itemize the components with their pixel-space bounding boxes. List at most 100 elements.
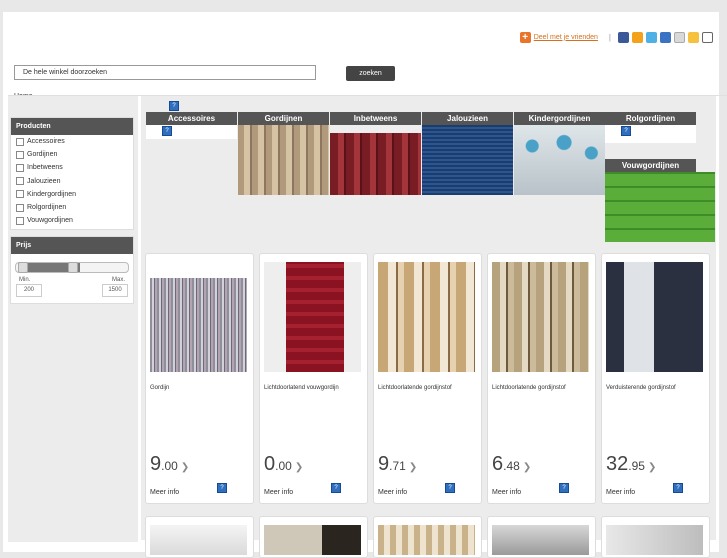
product-card[interactable]: Lichtdoorlatend vouwgordijn 0.00 ❯ ? Meer… xyxy=(259,253,368,504)
arrow-right-icon[interactable]: ❯ xyxy=(523,462,531,473)
help-icon[interactable]: ? xyxy=(217,483,227,493)
product-image[interactable] xyxy=(492,525,589,555)
search-button[interactable]: zoeken xyxy=(346,66,395,81)
category-image[interactable] xyxy=(238,125,329,195)
category-image[interactable] xyxy=(605,172,715,242)
more-info-link[interactable]: Meer info xyxy=(492,489,521,496)
filter-item-inbetweens[interactable]: Inbetweens xyxy=(11,161,133,174)
twitter-icon[interactable] xyxy=(646,31,657,43)
product-card[interactable] xyxy=(145,516,254,558)
filter-label: Jalouzieen xyxy=(27,177,61,185)
price-max-input[interactable]: 1500 xyxy=(102,284,128,297)
checkbox[interactable] xyxy=(16,163,24,172)
product-image[interactable] xyxy=(378,525,475,555)
category-title[interactable]: Gordijnen xyxy=(238,112,329,125)
product-card[interactable]: Lichtdoorlatende gordijnstof 6.48 ❯ ? Mee… xyxy=(487,253,596,504)
filter-item-accessoires[interactable]: Accessoires xyxy=(11,135,133,148)
category-title[interactable]: Jalouzieen xyxy=(422,112,513,125)
filter-item-rolgordijnen[interactable]: Rolgordijnen xyxy=(11,201,133,214)
filter-label: Vouwgordijnen xyxy=(27,217,73,225)
filter-label: Inbetweens xyxy=(27,164,63,172)
email-icon[interactable] xyxy=(674,31,685,43)
price-integer: 9 xyxy=(150,453,162,475)
product-name[interactable]: Lichtdoorlatend vouwgordijn xyxy=(264,383,360,393)
product-card[interactable] xyxy=(487,516,596,558)
checkbox[interactable] xyxy=(16,150,24,159)
help-icon[interactable]: ? xyxy=(445,483,455,493)
product-name[interactable]: Gordijn xyxy=(150,383,246,393)
category-title[interactable]: Vouwgordijnen xyxy=(605,159,696,172)
price-slider[interactable] xyxy=(15,262,129,273)
category-accessoires[interactable]: Accessoires ? xyxy=(146,112,237,139)
help-icon[interactable]: ? xyxy=(162,126,172,136)
help-icon[interactable]: ? xyxy=(559,483,569,493)
product-image[interactable] xyxy=(150,525,247,555)
category-inbetweens[interactable]: Inbetweens xyxy=(330,112,421,195)
category-image[interactable] xyxy=(422,125,513,195)
product-image[interactable] xyxy=(606,525,703,555)
help-icon[interactable]: ? xyxy=(621,126,631,136)
product-card[interactable] xyxy=(601,516,710,558)
category-kindergordijnen[interactable]: Kindergordijnen xyxy=(514,112,605,195)
product-image[interactable] xyxy=(378,262,475,372)
arrow-right-icon[interactable]: ❯ xyxy=(181,462,189,473)
checkbox[interactable] xyxy=(16,203,24,212)
filter-item-vouwgordijnen[interactable]: Vouwgordijnen xyxy=(11,214,133,227)
sidebar: Producten Accessoires Gordijnen Inbetwee… xyxy=(8,96,138,542)
product-image[interactable] xyxy=(606,262,703,372)
arrow-right-icon[interactable]: ❯ xyxy=(409,462,417,473)
product-image[interactable] xyxy=(264,525,361,555)
share-link[interactable]: Deel met je vrienden xyxy=(534,34,598,41)
main-content: ? Accessoires ? Gordijnen Inbetweens Jal… xyxy=(141,96,716,558)
product-name[interactable]: Lichtdoorlatende gordijnstof xyxy=(378,383,474,393)
arrow-right-icon[interactable]: ❯ xyxy=(648,462,656,473)
product-card[interactable] xyxy=(373,516,482,558)
category-title[interactable]: Kindergordijnen xyxy=(514,112,605,125)
products-filter-panel: Producten Accessoires Gordijnen Inbetwee… xyxy=(10,117,134,230)
hyves-icon[interactable] xyxy=(632,31,643,43)
delicious-icon[interactable] xyxy=(660,31,671,43)
product-image[interactable] xyxy=(150,278,247,372)
product-name[interactable]: Lichtdoorlatende gordijnstof xyxy=(492,383,588,393)
product-name[interactable]: Verduisterende gordijnstof xyxy=(606,383,702,393)
filter-item-jalouzieen[interactable]: Jalouzieen xyxy=(11,175,133,188)
help-icon[interactable]: ? xyxy=(169,101,179,111)
category-gordijnen[interactable]: Gordijnen xyxy=(238,112,329,195)
facebook-icon[interactable] xyxy=(618,31,629,43)
help-icon[interactable]: ? xyxy=(331,483,341,493)
more-info-link[interactable]: Meer info xyxy=(606,489,635,496)
price-integer: 32 xyxy=(606,453,629,475)
product-image[interactable] xyxy=(264,262,361,372)
checkbox[interactable] xyxy=(16,137,24,146)
more-info-link[interactable]: Meer info xyxy=(378,489,407,496)
product-card[interactable] xyxy=(259,516,368,558)
product-card[interactable]: Lichtdoorlatende gordijnstof 9.71 ❯ ? Mee… xyxy=(373,253,482,504)
category-title[interactable]: Rolgordijnen xyxy=(605,112,696,125)
product-card[interactable]: Gordijn 9.00 ❯ ? Meer info xyxy=(145,253,254,504)
help-icon[interactable]: ? xyxy=(673,483,683,493)
category-image[interactable] xyxy=(330,125,421,195)
category-jalouzieen[interactable]: Jalouzieen xyxy=(422,112,513,195)
category-rolgordijnen[interactable]: Rolgordijnen ? xyxy=(605,112,696,143)
checkbox[interactable] xyxy=(16,216,24,225)
arrow-right-icon[interactable]: ❯ xyxy=(295,462,303,473)
more-info-link[interactable]: Meer info xyxy=(150,489,179,496)
print-icon[interactable] xyxy=(702,31,713,43)
search-input[interactable]: De hele winkel doorzoeken xyxy=(14,65,316,80)
category-image[interactable] xyxy=(514,125,605,195)
category-title[interactable]: Accessoires xyxy=(146,112,237,125)
price-slider-min-handle[interactable] xyxy=(18,262,28,273)
category-title[interactable]: Inbetweens xyxy=(330,112,421,125)
category-vouwgordijnen[interactable]: Vouwgordijnen xyxy=(605,159,715,242)
favorite-star-icon[interactable] xyxy=(688,31,699,43)
price-slider-max-handle[interactable] xyxy=(68,262,78,273)
price-min-input[interactable]: 200 xyxy=(16,284,42,297)
product-image[interactable] xyxy=(492,262,589,372)
checkbox[interactable] xyxy=(16,177,24,186)
product-card[interactable]: 06 Verduisterende gordijnstof 32.95 ❯ ? M… xyxy=(601,253,710,504)
checkbox[interactable] xyxy=(16,190,24,199)
share-plus-icon[interactable]: + xyxy=(519,31,531,43)
more-info-link[interactable]: Meer info xyxy=(264,489,293,496)
filter-item-kindergordijnen[interactable]: Kindergordijnen xyxy=(11,188,133,201)
filter-item-gordijnen[interactable]: Gordijnen xyxy=(11,148,133,161)
